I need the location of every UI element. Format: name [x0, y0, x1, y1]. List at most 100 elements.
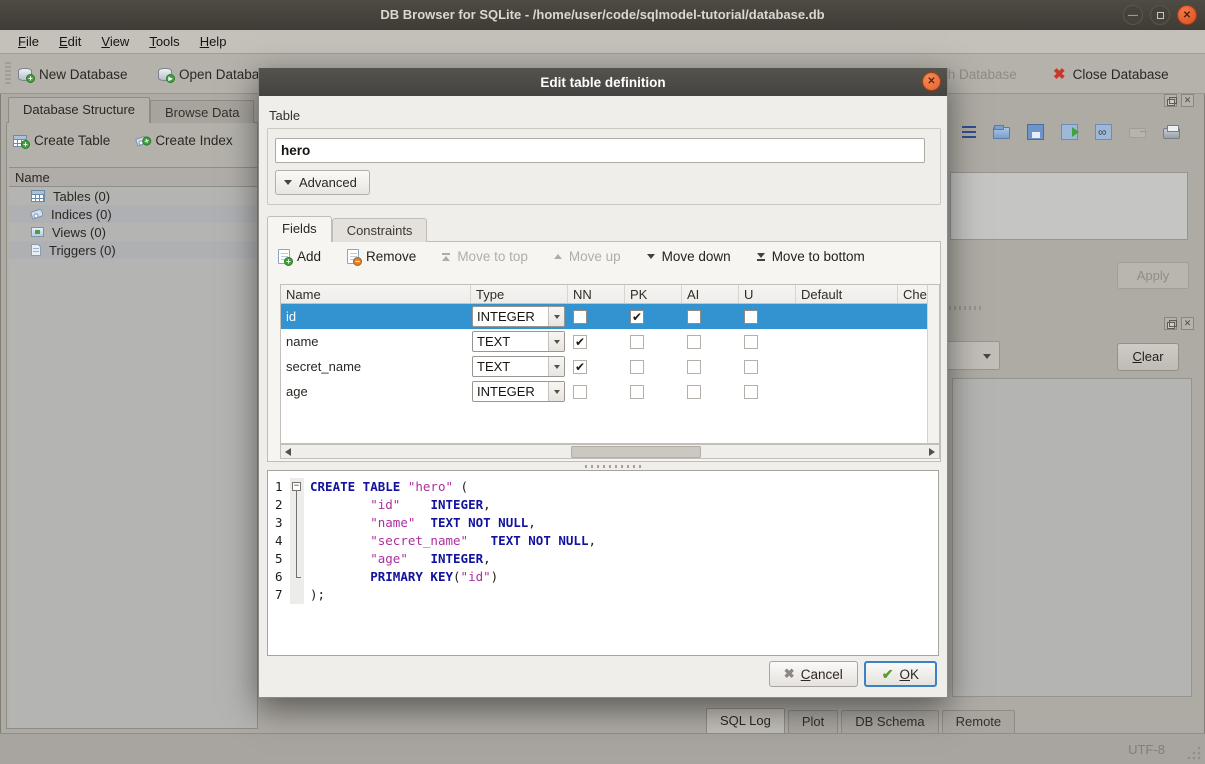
minimize-button-icon[interactable]: — [1123, 5, 1143, 25]
field-name-cell[interactable]: age [281, 379, 471, 404]
column-header-default[interactable]: Default [796, 285, 898, 303]
resize-grip[interactable] [1187, 746, 1201, 760]
tree-item-indices[interactable]: Indices (0) [9, 205, 257, 223]
u-checkbox[interactable] [744, 310, 758, 324]
dock-float-icon[interactable] [1164, 317, 1177, 330]
open-database-button[interactable]: ▸ Open Database [158, 61, 274, 87]
column-header-name[interactable]: Name [281, 285, 471, 303]
close-database-button[interactable]: ✖ Close Database [1053, 61, 1169, 87]
move-down-button[interactable]: Move down [647, 249, 731, 264]
pk-checkbox[interactable]: ✔ [630, 310, 644, 324]
column-header-type[interactable]: Type [471, 285, 568, 303]
new-database-button[interactable]: + New Database [18, 61, 128, 87]
column-header-u[interactable]: U [739, 285, 796, 303]
save-file-icon[interactable] [1027, 124, 1044, 140]
advanced-button[interactable]: Advanced [275, 170, 370, 195]
tab-plot[interactable]: Plot [788, 710, 838, 733]
tab-fields[interactable]: Fields [267, 216, 332, 242]
window-titlebar[interactable]: DB Browser for SQLite - /home/user/code/… [0, 0, 1205, 30]
tab-sql-log[interactable]: SQL Log [706, 708, 785, 733]
pk-checkbox[interactable] [630, 360, 644, 374]
move-up-button[interactable]: Move up [554, 249, 621, 264]
chevron-down-icon[interactable] [548, 332, 564, 351]
u-checkbox[interactable] [744, 335, 758, 349]
horizontal-scrollbar[interactable] [280, 444, 940, 459]
field-check-cell[interactable] [898, 379, 928, 404]
dialog-close-icon[interactable]: ✕ [922, 72, 941, 91]
apply-button[interactable]: Apply [1117, 262, 1189, 289]
menu-file[interactable]: File [8, 32, 49, 51]
tree-header-name[interactable]: Name [9, 168, 257, 187]
menu-tools[interactable]: Tools [139, 32, 189, 51]
field-check-cell[interactable] [898, 329, 928, 354]
tab-database-structure[interactable]: Database Structure [8, 97, 150, 123]
dock-close-icon[interactable]: ✕ [1181, 317, 1194, 330]
maximize-button-icon[interactable] [1150, 5, 1170, 25]
open-file-icon[interactable] [993, 127, 1010, 139]
move-to-bottom-button[interactable]: Move to bottom [757, 249, 865, 264]
field-default-cell[interactable] [796, 329, 898, 354]
column-header-check[interactable]: Check [898, 285, 928, 303]
vertical-scrollbar[interactable] [927, 284, 940, 444]
table-name-input[interactable] [275, 138, 925, 163]
field-default-cell[interactable] [796, 354, 898, 379]
field-default-cell[interactable] [796, 304, 898, 329]
add-field-button[interactable]: + Add [278, 249, 321, 264]
column-header-nn[interactable]: NN [568, 285, 625, 303]
cell-editor-textarea[interactable] [950, 172, 1188, 240]
tree-item-triggers[interactable]: Triggers (0) [9, 241, 257, 259]
chevron-down-icon[interactable] [548, 357, 564, 376]
fold-collapse-icon[interactable]: − [292, 482, 301, 491]
splitter-handle[interactable] [585, 465, 641, 468]
pk-checkbox[interactable] [630, 335, 644, 349]
tree-item-views[interactable]: Views (0) [9, 223, 257, 241]
export-icon[interactable] [1061, 124, 1078, 140]
ai-checkbox[interactable] [687, 335, 701, 349]
dialog-titlebar[interactable]: Edit table definition ✕ [259, 68, 947, 96]
column-header-pk[interactable]: PK [625, 285, 682, 303]
tab-remote[interactable]: Remote [942, 710, 1016, 733]
ok-button[interactable]: ✔ OK [864, 661, 937, 687]
type-dropdown[interactable]: INTEGER [472, 381, 565, 402]
field-row-age[interactable]: ageINTEGER [281, 379, 927, 404]
nn-checkbox[interactable]: ✔ [573, 360, 587, 374]
u-checkbox[interactable] [744, 385, 758, 399]
cancel-button[interactable]: ✖ Cancel [769, 661, 858, 687]
tree-item-tables[interactable]: Tables (0) [9, 187, 257, 205]
chevron-down-icon[interactable] [548, 382, 564, 401]
create-index-button[interactable]: + Create Index [136, 133, 232, 148]
move-to-top-button[interactable]: Move to top [442, 249, 528, 264]
ai-checkbox[interactable] [687, 360, 701, 374]
menu-help[interactable]: Help [190, 32, 237, 51]
remove-field-button[interactable]: − Remove [347, 249, 416, 264]
link-icon[interactable] [1095, 124, 1112, 140]
encoding-indicator[interactable]: UTF-8 [1128, 742, 1165, 757]
field-default-cell[interactable] [796, 379, 898, 404]
sql-preview[interactable]: 1−CREATE TABLE "hero" (2 "id" INTEGER,3 … [267, 470, 939, 656]
field-name-cell[interactable]: id [281, 304, 471, 329]
ai-checkbox[interactable] [687, 385, 701, 399]
type-dropdown[interactable]: INTEGER [472, 306, 565, 327]
clear-button[interactable]: Clear [1117, 343, 1179, 371]
pk-checkbox[interactable] [630, 385, 644, 399]
nn-checkbox[interactable] [573, 385, 587, 399]
field-row-name[interactable]: nameTEXT✔ [281, 329, 927, 354]
set-null-icon[interactable] [1129, 128, 1146, 138]
print-icon[interactable] [1163, 128, 1180, 139]
field-check-cell[interactable] [898, 354, 928, 379]
field-row-secret_name[interactable]: secret_nameTEXT✔ [281, 354, 927, 379]
column-header-ai[interactable]: AI [682, 285, 739, 303]
sql-log-area[interactable] [952, 378, 1192, 697]
menu-edit[interactable]: Edit [49, 32, 91, 51]
dock-float-icon[interactable] [1164, 94, 1177, 107]
chevron-down-icon[interactable] [548, 307, 564, 326]
field-row-id[interactable]: idINTEGER ✔ [281, 304, 927, 329]
text-format-icon[interactable] [962, 126, 976, 138]
close-button-icon[interactable]: ✕ [1177, 5, 1197, 25]
ai-checkbox[interactable] [687, 310, 701, 324]
u-checkbox[interactable] [744, 360, 758, 374]
type-dropdown[interactable]: TEXT [472, 356, 565, 377]
nn-checkbox[interactable]: ✔ [573, 335, 587, 349]
dock-close-icon[interactable]: ✕ [1181, 94, 1194, 107]
tab-constraints[interactable]: Constraints [332, 218, 428, 242]
